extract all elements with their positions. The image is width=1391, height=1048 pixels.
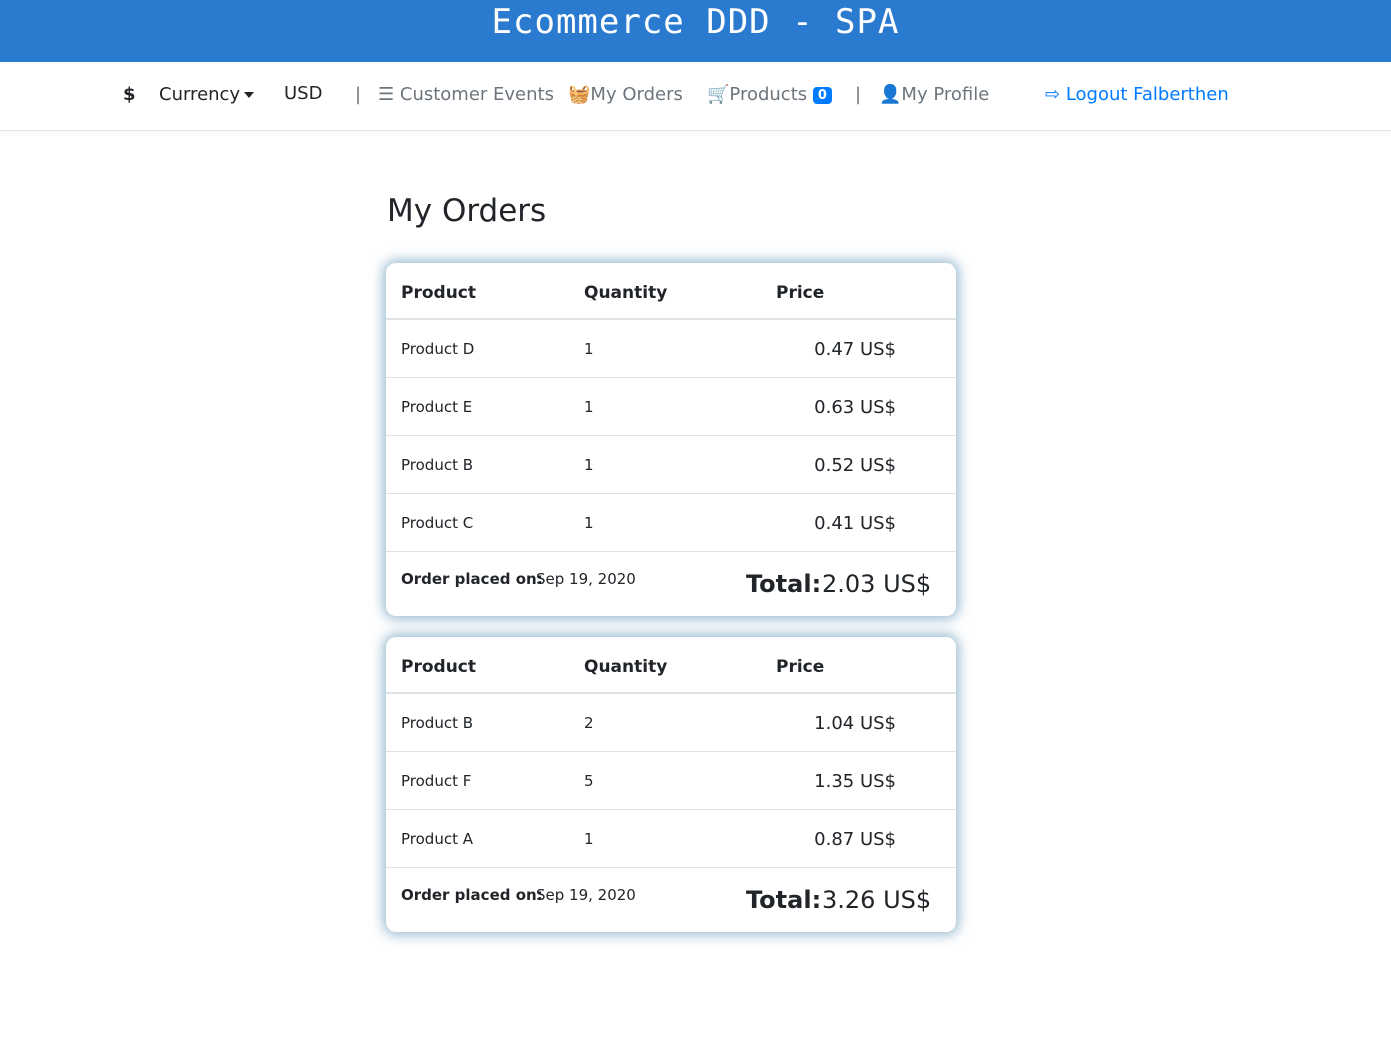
- table-row: Product F 5 1.35 US$: [386, 752, 956, 810]
- order-card: Product Quantity Price Product D 1 0.47 …: [386, 263, 956, 616]
- app-header: Ecommerce DDD - SPA: [0, 0, 1391, 62]
- product-name: Product B: [401, 456, 474, 474]
- nav-products[interactable]: 🛒Products 0: [707, 84, 832, 105]
- currency-dropdown[interactable]: Currency: [159, 84, 255, 105]
- table-row: Product A 1 0.87 US$: [386, 810, 956, 868]
- table-row: Product B 1 0.52 US$: [386, 436, 956, 494]
- logout-link[interactable]: ⇨ Logout Falberthen: [1045, 84, 1229, 105]
- product-name: Product A: [401, 830, 473, 848]
- nav-label: Customer Events: [399, 84, 554, 105]
- navbar: $ Currency USD | ☰ Customer Events 🧺My O…: [0, 62, 1391, 131]
- price: 0.87 US$: [814, 829, 896, 850]
- nav-separator: |: [355, 84, 362, 105]
- product-name: Product B: [401, 714, 474, 732]
- order-date: Sep 19, 2020: [536, 886, 636, 904]
- product-name: Product F: [401, 772, 472, 790]
- cart-icon: 🛒: [707, 84, 730, 105]
- nav-customer-events[interactable]: ☰ Customer Events: [378, 84, 554, 105]
- order-placed-label: Order placed on:: [401, 570, 543, 588]
- nav-label: My Profile: [901, 84, 990, 105]
- price: 0.63 US$: [814, 397, 896, 418]
- total-label: Total:: [746, 570, 822, 598]
- product-name: Product D: [401, 340, 475, 358]
- header-product: Product: [401, 657, 476, 677]
- total-value: 3.26 US$: [822, 886, 932, 914]
- currency-value: USD: [284, 83, 323, 104]
- currency-label: Currency: [159, 84, 241, 105]
- header-quantity: Quantity: [584, 283, 668, 303]
- header-price: Price: [776, 283, 825, 303]
- price: 1.04 US$: [814, 713, 896, 734]
- dollar-icon: $: [123, 84, 136, 105]
- basket-icon: 🧺: [568, 84, 591, 105]
- price: 0.41 US$: [814, 513, 896, 534]
- quantity: 1: [584, 340, 594, 358]
- total-label: Total:: [746, 886, 822, 914]
- list-icon: ☰: [378, 84, 395, 105]
- price: 1.35 US$: [814, 771, 896, 792]
- cart-count-badge: 0: [812, 86, 832, 104]
- quantity: 1: [584, 398, 594, 416]
- quantity: 1: [584, 456, 594, 474]
- nav-label: My Orders: [590, 84, 683, 105]
- app-title: Ecommerce DDD - SPA: [491, 2, 900, 42]
- price: 0.47 US$: [814, 339, 896, 360]
- quantity: 1: [584, 830, 594, 848]
- caret-down-icon: [244, 92, 255, 98]
- quantity: 5: [584, 772, 594, 790]
- table-row: Product E 1 0.63 US$: [386, 378, 956, 436]
- table-row: Product D 1 0.47 US$: [386, 320, 956, 378]
- order-date: Sep 19, 2020: [536, 570, 636, 588]
- header-price: Price: [776, 657, 825, 677]
- header-quantity: Quantity: [584, 657, 668, 677]
- nav-my-orders[interactable]: 🧺My Orders: [568, 84, 683, 105]
- table-header: Product Quantity Price: [386, 637, 956, 694]
- nav-label: Logout Falberthen: [1065, 84, 1229, 105]
- table-row: Product B 2 1.04 US$: [386, 694, 956, 752]
- order-footer: Order placed on: Sep 19, 2020 Total: 3.2…: [386, 868, 956, 932]
- nav-label: Products: [729, 84, 808, 105]
- quantity: 2: [584, 714, 594, 732]
- header-product: Product: [401, 283, 476, 303]
- price: 0.52 US$: [814, 455, 896, 476]
- page-title: My Orders: [387, 193, 547, 229]
- table-row: Product C 1 0.41 US$: [386, 494, 956, 552]
- nav-separator: |: [855, 84, 862, 105]
- product-name: Product C: [401, 514, 474, 532]
- nav-my-profile[interactable]: 👤My Profile: [879, 84, 989, 105]
- sign-out-icon: ⇨: [1045, 84, 1061, 105]
- order-card: Product Quantity Price Product B 2 1.04 …: [386, 637, 956, 932]
- quantity: 1: [584, 514, 594, 532]
- product-name: Product E: [401, 398, 473, 416]
- order-footer: Order placed on: Sep 19, 2020 Total: 2.0…: [386, 552, 956, 616]
- total-value: 2.03 US$: [822, 570, 932, 598]
- user-icon: 👤: [879, 84, 902, 105]
- order-placed-label: Order placed on:: [401, 886, 543, 904]
- table-header: Product Quantity Price: [386, 263, 956, 320]
